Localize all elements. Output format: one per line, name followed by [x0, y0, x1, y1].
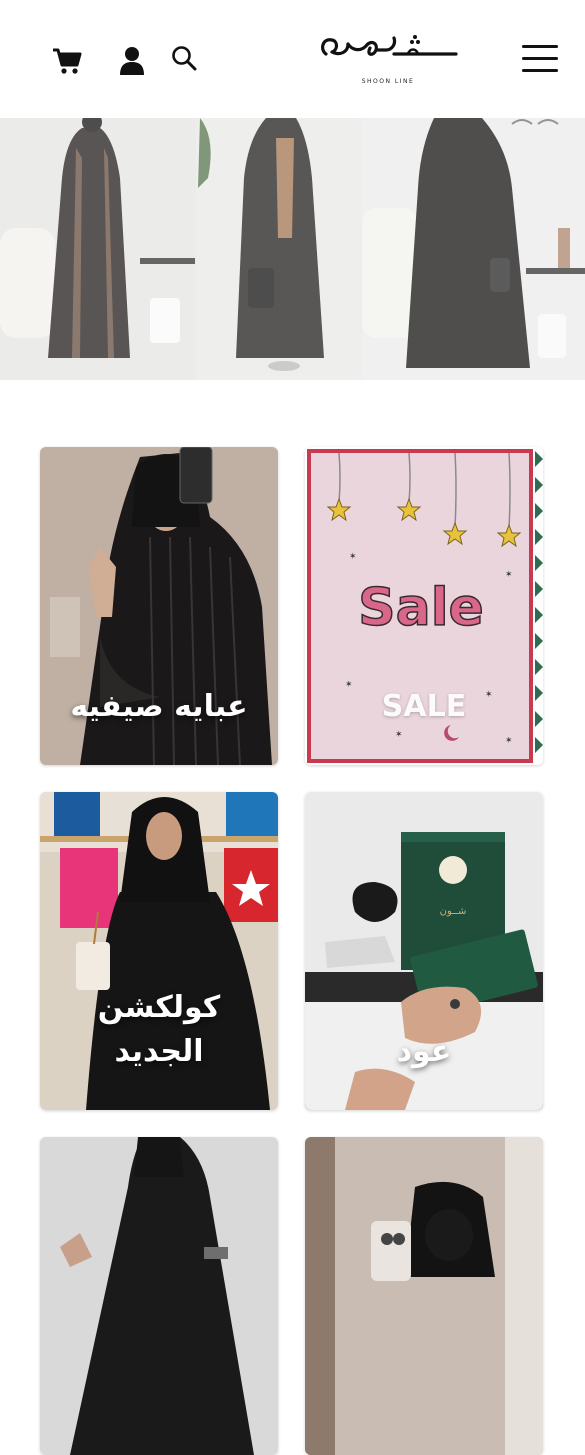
svg-text:✶: ✶ [395, 730, 403, 740]
category-label-line1: كولكشن [97, 990, 221, 1025]
hero-banner[interactable] [0, 118, 585, 380]
category-card-oud[interactable]: شــون عود [305, 792, 543, 1110]
category-card-new-collection[interactable]: كولكشن الجديد [40, 792, 278, 1110]
cart-icon[interactable] [50, 44, 84, 78]
svg-text:✶: ✶ [505, 736, 513, 746]
category-card-summer-abaya[interactable]: عبايه صيفيه [40, 447, 278, 765]
site-header: SHOON LINE [0, 0, 585, 118]
logo-calligraphy-icon [321, 35, 458, 56]
search-icon[interactable] [168, 42, 200, 74]
category-6-image [305, 1137, 543, 1455]
svg-text:✶: ✶ [349, 552, 357, 562]
category-label: SALE [381, 689, 467, 724]
category-card-6[interactable] [305, 1137, 543, 1455]
category-card-sale[interactable]: Sale ✶ ✶ ✶ ✶ ✶ ✶ SALE [305, 447, 543, 765]
category-label-line2: الجديد [114, 1034, 204, 1069]
oud-box-logo: شــون [440, 906, 467, 917]
category-label: عود [396, 1034, 452, 1069]
sale-artwork-text: Sale [358, 578, 484, 638]
category-label: عبايه صيفيه [70, 689, 248, 724]
svg-text:✶: ✶ [505, 570, 513, 580]
logo-subtitle: SHOON LINE [361, 78, 415, 85]
category-card-5[interactable] [40, 1137, 278, 1455]
hero-overlay [0, 118, 585, 380]
menu-icon[interactable] [520, 42, 560, 76]
user-icon[interactable] [116, 44, 148, 78]
category-5-image [40, 1137, 278, 1455]
brand-logo[interactable]: SHOON LINE [318, 28, 458, 90]
